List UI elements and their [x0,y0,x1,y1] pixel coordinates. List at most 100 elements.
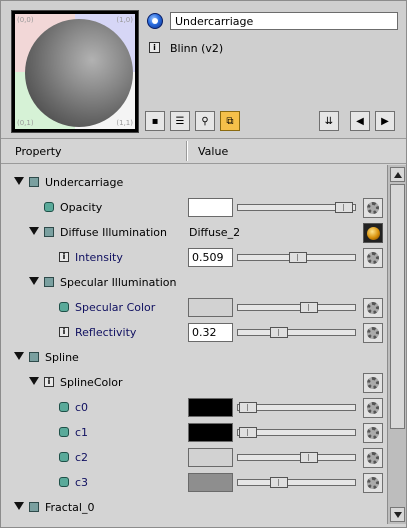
info-icon: i [59,252,69,262]
node-square-icon [44,277,54,287]
tree-row-intensity[interactable]: i Intensity 0.509 [1,245,387,270]
scrollbar-thumb[interactable] [390,184,405,429]
back-button[interactable]: ◀ [350,111,370,131]
column-separator[interactable] [186,141,188,161]
node-square-icon [29,352,39,362]
row-label: c1 [75,426,89,439]
row-label: Spline [45,351,79,364]
render-options-button[interactable]: ▪ [145,111,165,131]
opacity-slider[interactable] [237,202,356,213]
scroll-down-button[interactable] [390,507,405,522]
tree-row-specular-color[interactable]: Specular Color [1,295,387,320]
c2-color-swatch[interactable] [188,448,233,467]
tree-row-reflectivity[interactable]: i Reflectivity 0.32 [1,320,387,345]
specular-color-slider[interactable] [237,302,356,313]
slider-thumb[interactable] [239,427,257,438]
scroll-up-button[interactable] [390,167,405,182]
tree-row-spline[interactable]: Spline [1,345,387,370]
tree-row-undercarriage[interactable]: Undercarriage [1,170,387,195]
diffuse-texture-name: Diffuse_2 [189,226,241,239]
reflectivity-settings-button[interactable] [363,323,383,343]
info-icon: i [59,327,69,337]
gear-icon [367,302,379,314]
gear-icon [367,427,379,439]
reflectivity-field[interactable]: 0.32 [188,323,233,342]
vertical-scrollbar[interactable] [387,165,406,524]
forward-icon: ▶ [381,115,389,127]
expand-arrow-icon[interactable] [14,352,24,360]
color-param-icon [44,202,54,212]
tree-row-splinecolor[interactable]: i SplineColor [1,370,387,395]
slider-thumb[interactable] [239,402,257,413]
slider-thumb[interactable] [270,327,288,338]
node-square-icon [29,502,39,512]
row-label: SplineColor [60,376,123,389]
specular-color-settings-button[interactable] [363,298,383,318]
list-view-button[interactable]: ☰ [170,111,190,131]
reflectivity-slider[interactable] [237,327,356,338]
row-label: Opacity [60,201,103,214]
c1-color-swatch[interactable] [188,423,233,442]
material-header-panel: (0,0) (1,0) (0,1) (1,1) Undercarriage i … [1,1,406,139]
expand-arrow-icon[interactable] [14,177,24,185]
c2-settings-button[interactable] [363,448,383,468]
c2-slider[interactable] [237,452,356,463]
expand-arrow-icon[interactable] [29,377,39,385]
expand-arrow-icon[interactable] [14,502,24,510]
c0-color-swatch[interactable] [188,398,233,417]
tree-row-c0[interactable]: c0 [1,395,387,420]
intensity-field[interactable]: 0.509 [188,248,233,267]
slider-thumb[interactable] [289,252,307,263]
gear-icon [367,327,379,339]
opacity-color-swatch[interactable] [188,198,233,217]
row-label: c2 [75,451,89,464]
slider-thumb[interactable] [335,202,353,213]
opacity-settings-button[interactable] [363,198,383,218]
tree-row-c2[interactable]: c2 [1,445,387,470]
diffuse-texture-button[interactable] [363,223,383,243]
intensity-settings-button[interactable] [363,248,383,268]
node-square-icon [29,177,39,187]
row-label: Specular Illumination [60,276,177,289]
c3-settings-button[interactable] [363,473,383,493]
row-label: Specular Color [75,301,156,314]
info-icon: i [149,42,160,53]
c0-slider[interactable] [237,402,356,413]
property-column-header[interactable]: Property [15,145,62,158]
c1-slider[interactable] [237,427,356,438]
material-preview-swatch[interactable]: (0,0) (1,0) (0,1) (1,1) [11,10,139,133]
color-param-icon [59,427,69,437]
slider-thumb[interactable] [270,477,288,488]
shader-type-label: Blinn (v2) [170,42,224,55]
tree-row-specular-illumination[interactable]: Specular Illumination [1,270,387,295]
slider-thumb[interactable] [300,302,318,313]
intensity-slider[interactable] [237,252,356,263]
uv-label-bl: (0,1) [17,119,34,127]
splinecolor-settings-button[interactable] [363,373,383,393]
collapse-button[interactable]: ⇊ [319,111,339,131]
color-param-icon [59,302,69,312]
tree-row-opacity[interactable]: Opacity [1,195,387,220]
forward-button[interactable]: ▶ [375,111,395,131]
tree-row-c3[interactable]: c3 [1,470,387,495]
material-view-button[interactable]: ⧉ [220,111,240,131]
c0-settings-button[interactable] [363,398,383,418]
expand-arrow-icon[interactable] [29,227,39,235]
pin-icon: ⚲ [201,115,209,127]
tree-row-fractal[interactable]: Fractal_0 [1,495,387,520]
column-header: Property Value [1,139,406,164]
expand-arrow-icon[interactable] [29,277,39,285]
c1-settings-button[interactable] [363,423,383,443]
info-icon: i [44,377,54,387]
value-column-header[interactable]: Value [198,145,228,158]
c3-color-swatch[interactable] [188,473,233,492]
pin-button[interactable]: ⚲ [195,111,215,131]
tree-row-c1[interactable]: c1 [1,420,387,445]
color-param-icon [59,452,69,462]
specular-color-swatch[interactable] [188,298,233,317]
tree-row-diffuse-illumination[interactable]: Diffuse Illumination Diffuse_2 [1,220,387,245]
slider-thumb[interactable] [300,452,318,463]
material-name-field[interactable]: Undercarriage [170,12,398,30]
color-param-icon [59,402,69,412]
c3-slider[interactable] [237,477,356,488]
